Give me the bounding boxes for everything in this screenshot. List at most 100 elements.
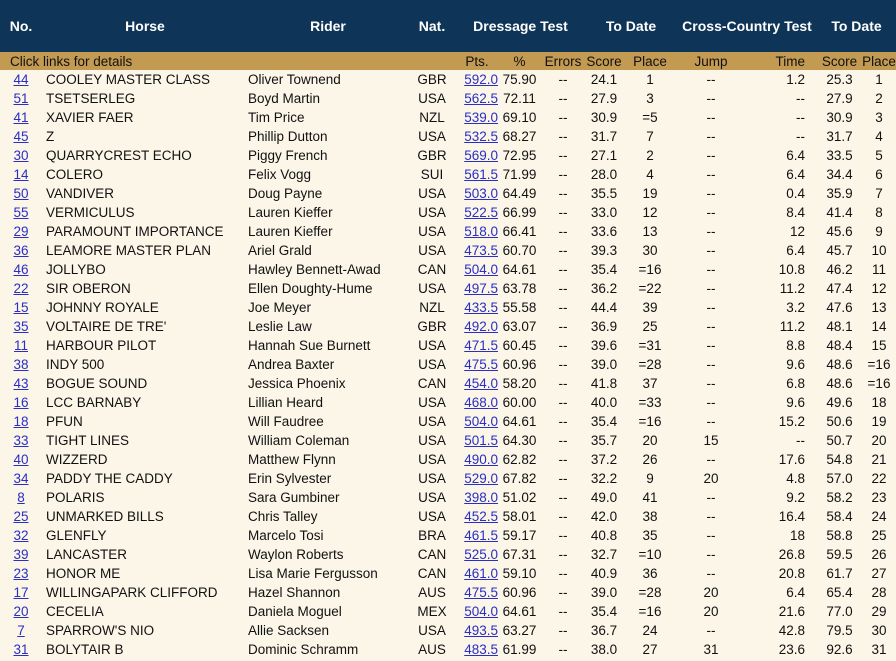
dressage-points-link[interactable]: 504.0 [464, 604, 498, 619]
dressage-points-link[interactable]: 473.5 [464, 243, 498, 258]
entry-number-link-cell: 44 [0, 70, 42, 89]
entry-number-link[interactable]: 11 [14, 338, 28, 353]
dressage-points-link[interactable]: 532.5 [464, 129, 498, 144]
entry-number-link[interactable]: 14 [13, 167, 28, 182]
dressage-score: 38.0 [590, 642, 618, 657]
nationality: USA [418, 243, 446, 258]
dressage-percent: 67.31 [502, 547, 537, 562]
dressage-place: =22 [638, 281, 662, 296]
dressage-points-link[interactable]: 497.5 [464, 281, 498, 296]
dressage-points-link[interactable]: 454.0 [464, 376, 498, 391]
dressage-points-link[interactable]: 461.0 [464, 566, 498, 581]
dressage-points-link[interactable]: 504.0 [464, 414, 498, 429]
entry-number-link[interactable]: 32 [13, 528, 28, 543]
entry-number-link[interactable]: 45 [13, 129, 28, 144]
dressage-points-link[interactable]: 475.5 [464, 357, 498, 372]
entry-number-link[interactable]: 25 [13, 509, 28, 524]
entry-number-link[interactable]: 55 [13, 205, 28, 220]
entry-number-link[interactable]: 29 [13, 224, 28, 239]
entry-number-link[interactable]: 22 [13, 281, 28, 296]
to-date-score: 48.6 [826, 357, 853, 372]
dressage-points-link[interactable]: 592.0 [464, 72, 498, 87]
rider-name: William Coleman [248, 433, 350, 448]
dressage-percent: 67.82 [502, 471, 537, 486]
entry-number-link[interactable]: 18 [13, 414, 28, 429]
entry-number-link-cell: 7 [0, 621, 42, 640]
dressage-points-link-cell: 532.5 [456, 127, 498, 146]
entry-number-link[interactable]: 31 [13, 642, 28, 657]
dressage-points-link[interactable]: 561.5 [464, 167, 498, 182]
entry-number-link[interactable]: 39 [13, 547, 28, 562]
cross-country-jump: -- [706, 395, 716, 410]
rider-name: Doug Payne [248, 186, 323, 201]
dressage-points-link[interactable]: 562.5 [464, 91, 498, 106]
horse-name: SIR OBERON [46, 281, 131, 296]
entry-number-link[interactable]: 17 [13, 585, 28, 600]
entry-number-link[interactable]: 50 [13, 186, 28, 201]
dressage-place: 3 [646, 91, 654, 106]
entry-number-link[interactable]: 33 [13, 433, 28, 448]
dressage-points-link[interactable]: 452.5 [464, 509, 498, 524]
to-date-place: 5 [875, 148, 883, 163]
entry-number-link[interactable]: 15 [13, 300, 28, 315]
dressage-points-link[interactable]: 468.0 [464, 395, 498, 410]
to-date-score: 30.9 [826, 110, 853, 125]
table-row: 51 TSETSERLEG Boyd Martin USA 562.5 72.11 -- 27… [0, 89, 896, 108]
dressage-errors: -- [558, 224, 568, 239]
rider-name: Felix Vogg [248, 167, 312, 182]
dressage-points-link[interactable]: 492.0 [464, 319, 498, 334]
dressage-points-link[interactable]: 522.5 [464, 205, 498, 220]
dressage-points-link[interactable]: 471.5 [464, 338, 498, 353]
entry-number-link[interactable]: 8 [17, 490, 25, 505]
dressage-points-link[interactable]: 529.0 [464, 471, 498, 486]
entry-number-link[interactable]: 30 [13, 148, 28, 163]
entry-number-link[interactable]: 46 [13, 262, 28, 277]
dressage-points-link[interactable]: 398.0 [464, 490, 498, 505]
cross-country-jump: -- [706, 566, 716, 581]
to-date-place: 18 [871, 395, 887, 410]
cross-country-jump: -- [706, 319, 716, 334]
dressage-points-link[interactable]: 501.5 [464, 433, 498, 448]
dressage-score: 40.9 [590, 566, 618, 581]
dressage-errors: -- [558, 509, 568, 524]
dressage-points-link[interactable]: 518.0 [464, 224, 498, 239]
dressage-points-link[interactable]: 490.0 [464, 452, 498, 467]
header-no: No. [0, 0, 42, 52]
entry-number-link[interactable]: 23 [13, 566, 28, 581]
entry-number-link[interactable]: 34 [13, 471, 28, 486]
dressage-points-link[interactable]: 493.5 [464, 623, 498, 638]
cross-country-time: 42.8 [778, 623, 805, 638]
dressage-points-link[interactable]: 525.0 [464, 547, 498, 562]
dressage-points-link[interactable]: 503.0 [464, 186, 498, 201]
subheader-score-2: Score [817, 52, 862, 70]
dressage-score: 27.9 [590, 91, 618, 106]
dressage-percent: 64.61 [502, 414, 537, 429]
to-date-place: 8 [875, 205, 883, 220]
entry-number-link[interactable]: 41 [13, 110, 28, 125]
entry-number-link[interactable]: 16 [13, 395, 28, 410]
table-row: 8 POLARIS Sara Gumbiner USA 398.0 51.02 -- 49.0… [0, 488, 896, 507]
dressage-points-link[interactable]: 569.0 [464, 148, 498, 163]
entry-number-link[interactable]: 44 [13, 72, 28, 87]
dressage-points-link[interactable]: 433.5 [464, 300, 498, 315]
entry-number-link[interactable]: 20 [13, 604, 28, 619]
dressage-percent: 72.95 [502, 148, 537, 163]
cross-country-jump: -- [706, 452, 716, 467]
dressage-points-link[interactable]: 461.5 [464, 528, 498, 543]
dressage-points-link[interactable]: 483.5 [464, 642, 498, 657]
entry-number-link[interactable]: 38 [13, 357, 28, 372]
entry-number-link[interactable]: 7 [17, 623, 25, 638]
dressage-place: 35 [642, 528, 658, 543]
rider-name: Tim Price [248, 110, 305, 125]
nationality: NZL [419, 300, 445, 315]
dressage-points-link[interactable]: 539.0 [464, 110, 498, 125]
dressage-points-link[interactable]: 504.0 [464, 262, 498, 277]
dressage-points-link[interactable]: 475.5 [464, 585, 498, 600]
dressage-points-link-cell: 525.0 [456, 545, 498, 564]
entry-number-link[interactable]: 51 [13, 91, 28, 106]
entry-number-link[interactable]: 36 [13, 243, 28, 258]
entry-number-link[interactable]: 43 [13, 376, 28, 391]
entry-number-link[interactable]: 35 [13, 319, 28, 334]
entry-number-link[interactable]: 40 [13, 452, 28, 467]
nationality: AUS [418, 642, 446, 657]
